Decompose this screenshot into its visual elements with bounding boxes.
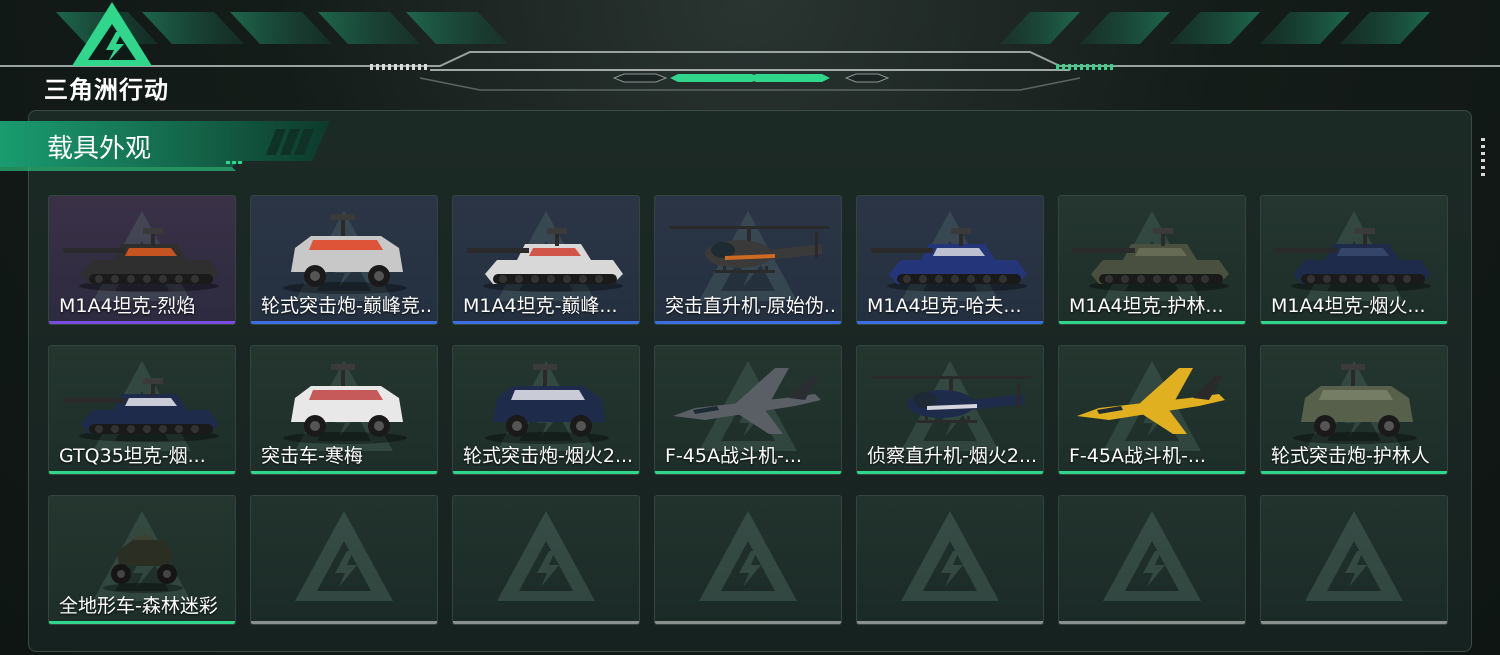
empty-skin-slot[interactable] — [250, 495, 438, 625]
delta-watermark-icon — [1097, 505, 1207, 615]
rarity-bar — [49, 471, 235, 474]
skin-card[interactable]: GTQ35坦克-烟... — [48, 345, 236, 475]
skin-name: 突击车-寒梅 — [261, 445, 363, 467]
skin-card[interactable]: M1A4坦克-巅峰... — [452, 195, 640, 325]
wheeled-assault-gun-icon — [261, 204, 429, 296]
empty-skin-slot[interactable] — [1260, 495, 1448, 625]
skin-name: M1A4坦克-烈焰 — [59, 295, 196, 317]
skin-card[interactable]: F-45A战斗机-... — [1058, 345, 1246, 475]
skin-card[interactable]: 轮式突击炮-护林人 — [1260, 345, 1448, 475]
skin-card[interactable]: M1A4坦克-烈焰 — [48, 195, 236, 325]
atv-icon — [59, 504, 227, 596]
wheeled-assault-gun-2025-icon — [463, 354, 631, 446]
tank-peak-icon — [463, 204, 631, 296]
skin-name: F-45A战斗机-... — [1069, 445, 1206, 467]
rarity-bar — [251, 471, 437, 474]
rarity-bar — [251, 321, 437, 324]
rarity-bar — [453, 471, 639, 474]
delta-watermark-icon — [693, 505, 803, 615]
rarity-bar — [1059, 471, 1245, 474]
skin-name: 轮式突击炮-巅峰竞... — [261, 295, 431, 317]
skin-card[interactable]: M1A4坦克-哈夫... — [856, 195, 1044, 325]
skin-name: 全地形车-森林迷彩 — [59, 595, 218, 617]
scout-helicopter-icon — [867, 354, 1035, 446]
skin-card[interactable]: 全地形车-森林迷彩 — [48, 495, 236, 625]
game-logo-text: 三角洲行动 — [44, 76, 169, 104]
skin-name: M1A4坦克-烟火... — [1271, 295, 1426, 317]
empty-slot-bar — [1059, 621, 1245, 624]
delta-watermark-icon — [1299, 505, 1409, 615]
skin-card[interactable]: 突击直升机-原始伪... — [654, 195, 842, 325]
skin-name: 轮式突击炮-烟火2... — [463, 445, 633, 467]
attack-helicopter-icon — [665, 204, 833, 296]
empty-slot-bar — [251, 621, 437, 624]
empty-skin-slot[interactable] — [1058, 495, 1246, 625]
empty-slot-bar — [453, 621, 639, 624]
rarity-bar — [1059, 321, 1245, 324]
header-bar — [0, 0, 1500, 110]
rarity-bar — [49, 621, 235, 624]
tank-gtq35-icon — [59, 354, 227, 446]
skin-card[interactable]: 轮式突击炮-巅峰竞... — [250, 195, 438, 325]
skin-card[interactable]: 侦察直升机-烟火2... — [856, 345, 1044, 475]
rarity-bar — [655, 321, 841, 324]
skin-name: GTQ35坦克-烟... — [59, 445, 206, 467]
rarity-bar — [1261, 471, 1447, 474]
skin-name: F-45A战斗机-... — [665, 445, 802, 467]
skin-card[interactable]: M1A4坦克-护林... — [1058, 195, 1246, 325]
empty-skin-slot[interactable] — [654, 495, 842, 625]
skin-card[interactable]: 突击车-寒梅 — [250, 345, 438, 475]
assault-vehicle-icon — [261, 354, 429, 446]
skin-card[interactable]: F-45A战斗机-... — [654, 345, 842, 475]
wheeled-assault-gun-camo-icon — [1271, 354, 1439, 446]
tank-flame-icon — [59, 204, 227, 296]
skin-name: 侦察直升机-烟火2... — [867, 445, 1037, 467]
skin-name: 突击直升机-原始伪... — [665, 295, 835, 317]
empty-skin-slot[interactable] — [856, 495, 1044, 625]
skin-name: M1A4坦克-巅峰... — [463, 295, 618, 317]
skin-grid: M1A4坦克-烈焰 轮式突击炮-巅峰竞... M1A4坦克-巅峰... 突击直升… — [48, 195, 1448, 625]
skin-card[interactable]: M1A4坦克-烟火... — [1260, 195, 1448, 325]
rarity-bar — [1261, 321, 1447, 324]
tank-blue-icon — [867, 204, 1035, 296]
delta-watermark-icon — [289, 505, 399, 615]
tank-camo-icon — [1069, 204, 1237, 296]
empty-slot-bar — [655, 621, 841, 624]
skin-name: M1A4坦克-哈夫... — [867, 295, 1022, 317]
skin-name: M1A4坦克-护林... — [1069, 295, 1224, 317]
delta-watermark-icon — [491, 505, 601, 615]
section-title: 载具外观 — [47, 134, 152, 164]
skin-name: 轮式突击炮-护林人 — [1271, 445, 1430, 467]
rarity-bar — [453, 321, 639, 324]
rarity-bar — [857, 321, 1043, 324]
rarity-bar — [49, 321, 235, 324]
fighter-jet-camo-icon — [665, 354, 833, 446]
empty-slot-bar — [1261, 621, 1447, 624]
fighter-jet-yellow-icon — [1069, 354, 1237, 446]
empty-slot-bar — [857, 621, 1043, 624]
tank-fireworks-icon — [1271, 204, 1439, 296]
empty-skin-slot[interactable] — [452, 495, 640, 625]
skin-card[interactable]: 轮式突击炮-烟火2... — [452, 345, 640, 475]
delta-watermark-icon — [895, 505, 1005, 615]
rarity-bar — [655, 471, 841, 474]
scroll-indicator[interactable] — [1481, 138, 1485, 180]
rarity-bar — [857, 471, 1043, 474]
